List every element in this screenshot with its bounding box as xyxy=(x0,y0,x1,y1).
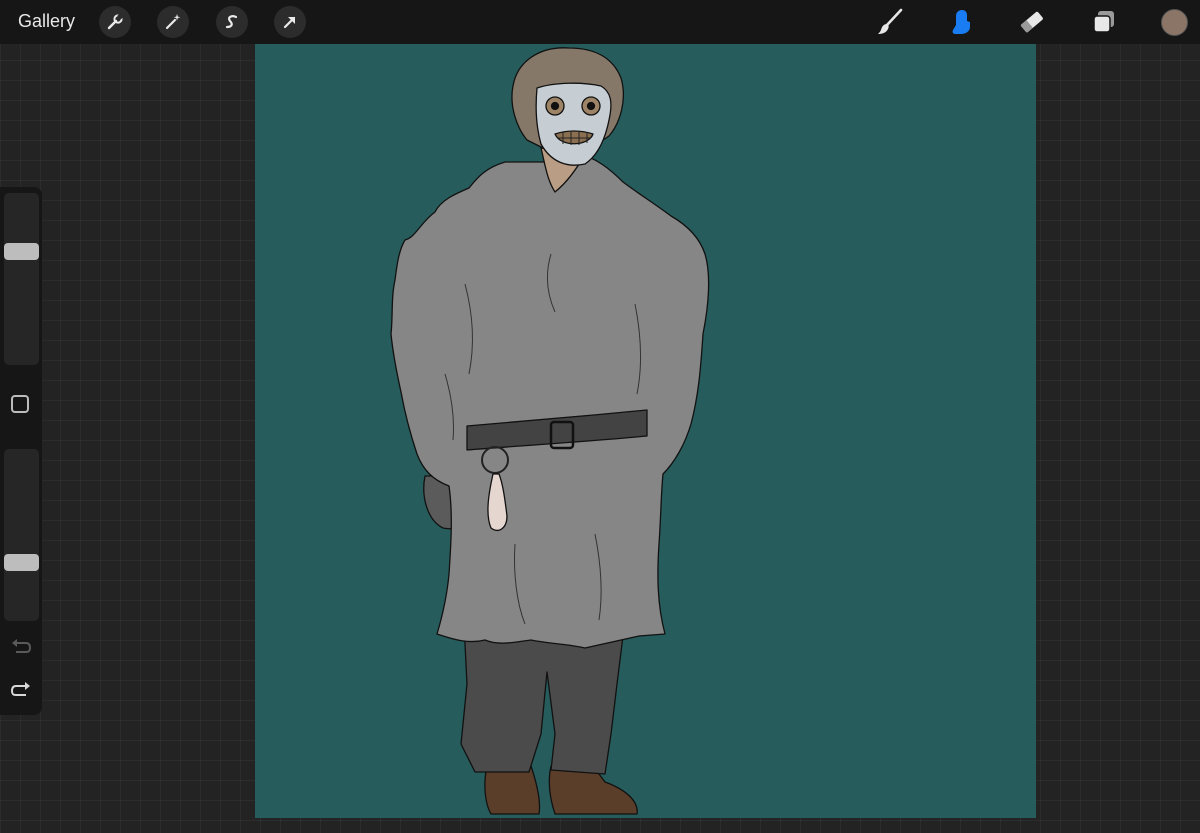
smudge-icon xyxy=(952,10,970,34)
gallery-button[interactable]: Gallery xyxy=(18,11,75,32)
adjustments-button[interactable] xyxy=(157,6,189,38)
selection-icon xyxy=(225,15,238,29)
magic-wand-icon xyxy=(165,14,181,30)
left-sidebar xyxy=(0,187,42,715)
layers-button[interactable] xyxy=(1088,7,1120,37)
transform-arrow-icon xyxy=(283,16,296,29)
top-toolbar: Gallery xyxy=(0,0,1200,44)
layers-icon xyxy=(1093,11,1114,33)
brush-size-thumb[interactable] xyxy=(4,243,39,260)
opacity-slider[interactable] xyxy=(4,449,39,621)
transform-button[interactable] xyxy=(274,6,306,38)
brush-size-slider[interactable] xyxy=(4,193,39,365)
opacity-thumb[interactable] xyxy=(4,554,39,571)
drawing-canvas[interactable] xyxy=(255,44,1036,818)
color-picker-button[interactable] xyxy=(1161,9,1188,36)
paint-tool[interactable] xyxy=(874,7,906,37)
redo-icon xyxy=(10,682,30,696)
smudge-tool[interactable] xyxy=(945,7,977,37)
eraser-tool[interactable] xyxy=(1016,7,1048,37)
brush-icon xyxy=(878,8,903,34)
undo-button[interactable] xyxy=(10,638,32,656)
fur-coat-figure-artwork xyxy=(390,47,710,815)
undo-icon xyxy=(12,639,32,653)
selection-button[interactable] xyxy=(216,6,248,38)
redo-button[interactable] xyxy=(10,681,32,699)
wrench-icon xyxy=(107,13,124,30)
eraser-icon xyxy=(1020,11,1043,33)
modify-button[interactable] xyxy=(11,395,29,413)
actions-button[interactable] xyxy=(99,6,131,38)
